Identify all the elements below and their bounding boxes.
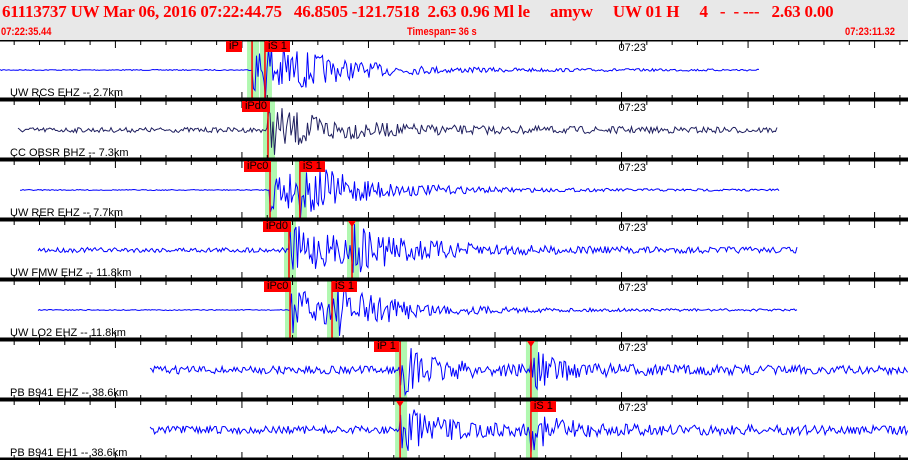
pick-flag[interactable]: iS 1: [299, 161, 325, 172]
trace-panel[interactable]: [0, 160, 908, 220]
minute-label: 07:23: [618, 282, 647, 294]
pick-flag[interactable]: iPd0: [241, 101, 271, 112]
trace-panel[interactable]: [0, 40, 908, 100]
event-header: 61113737 UW Mar 06, 2016 07:22:44.75 46.…: [0, 0, 908, 40]
waveform: [37, 224, 798, 273]
pick-flag[interactable]: iS 1: [332, 281, 357, 292]
minute-label: 07:23: [618, 342, 647, 354]
trace-panel[interactable]: [0, 400, 908, 460]
pick-flag[interactable]: iPc0: [244, 161, 272, 172]
trace-label: UW LO2 EHZ -- 11.8km: [10, 327, 126, 339]
trace-label: UW RER EHZ -- 7.7km: [10, 207, 124, 219]
waveform: [37, 286, 798, 336]
pick-marker-icon[interactable]: [348, 221, 356, 227]
trace-panel[interactable]: [0, 280, 908, 340]
end-time: 07:23:11.32: [845, 26, 895, 38]
trace-panel[interactable]: [0, 340, 908, 400]
minute-label: 07:23: [618, 402, 647, 414]
waveform: [17, 108, 778, 155]
event-title: 61113737 UW Mar 06, 2016 07:22:44.75 46.…: [2, 2, 834, 21]
pick-flag[interactable]: iP: [226, 41, 242, 52]
waveform: [19, 169, 780, 219]
trace-label: PB B941 EH1 -- 38.6km: [10, 447, 128, 459]
pick-flag[interactable]: iPc0: [264, 281, 292, 292]
pick-marker-icon[interactable]: [526, 341, 535, 347]
minute-label: 07:23: [618, 42, 647, 54]
trace-label: CC OBSR BHZ -- 7.3km: [10, 147, 129, 159]
trace-panel[interactable]: [0, 100, 908, 160]
trace-label: UW FMW EHZ -- 11.8km: [10, 267, 132, 279]
minute-label: 07:23: [618, 222, 647, 234]
pick-flag[interactable]: iPd0: [263, 221, 292, 232]
pick-flag[interactable]: iP 1: [374, 341, 399, 352]
minute-label: 07:23: [618, 102, 647, 114]
trace-label: UW RCS EHZ -- 2.7km: [10, 87, 124, 99]
minute-label: 07:23: [618, 162, 647, 174]
pick-flag[interactable]: iS 1: [530, 401, 556, 412]
trace-label: PB B941 EHZ -- 38.6km: [10, 387, 128, 399]
trace-panel[interactable]: [0, 220, 908, 280]
pick-flag[interactable]: iS 1: [264, 41, 290, 52]
pick-marker-icon[interactable]: [396, 401, 405, 407]
timespan: Timespan= 36 s: [407, 26, 477, 38]
start-time: 07:22:35.44: [1, 26, 52, 38]
